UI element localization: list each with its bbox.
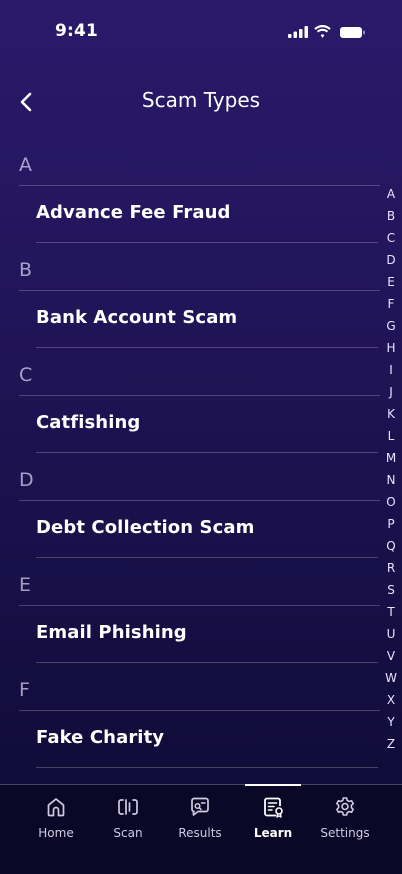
- scam-types-list: A Advance Fee Fraud B Bank Account Scam …: [0, 149, 380, 779]
- tab-learn[interactable]: Learn: [245, 785, 301, 845]
- alphabet-index-letter-o[interactable]: O: [380, 491, 402, 513]
- alphabet-index-letter-p[interactable]: P: [380, 513, 402, 535]
- alphabet-index-letter-t[interactable]: T: [380, 601, 402, 623]
- section-e: E Email Phishing: [0, 569, 380, 674]
- tab-label: Scan: [113, 826, 143, 840]
- alphabet-index[interactable]: ABCDEFGHIJKLMNOPQRSTUVWXYZ: [380, 183, 402, 755]
- status-bar: 9:41: [0, 0, 402, 54]
- alphabet-index-letter-r[interactable]: R: [380, 557, 402, 579]
- scam-types-screen: 9:41 Scam Types A Advance Fee Fraud B Ba…: [0, 0, 402, 874]
- section-f: F Fake Charity: [0, 674, 380, 779]
- alphabet-index-letter-l[interactable]: L: [380, 425, 402, 447]
- wifi-icon: [314, 25, 331, 38]
- tab-results[interactable]: Results: [172, 785, 228, 845]
- section-letter: E: [19, 574, 32, 596]
- alphabet-index-letter-k[interactable]: K: [380, 403, 402, 425]
- results-icon: [191, 797, 209, 816]
- gear-icon: [336, 797, 354, 816]
- section-header: D: [19, 464, 380, 501]
- section-letter: F: [19, 679, 30, 701]
- list-item-advance-fee-fraud[interactable]: Advance Fee Fraud: [36, 186, 378, 243]
- list-item-debt-collection-scam[interactable]: Debt Collection Scam: [36, 501, 378, 558]
- list-item-label: Bank Account Scam: [36, 307, 238, 328]
- list-item-email-phishing[interactable]: Email Phishing: [36, 606, 378, 663]
- alphabet-index-letter-a[interactable]: A: [380, 183, 402, 205]
- section-header: A: [19, 149, 380, 186]
- section-c: C Catfishing: [0, 359, 380, 464]
- tab-label: Learn: [253, 826, 293, 840]
- alphabet-index-letter-f[interactable]: F: [380, 293, 402, 315]
- alphabet-index-letter-b[interactable]: B: [380, 205, 402, 227]
- page-title: Scam Types: [141, 88, 261, 112]
- list-item-label: Catfishing: [36, 412, 141, 433]
- section-letter: B: [19, 259, 33, 281]
- alphabet-index-letter-n[interactable]: N: [380, 469, 402, 491]
- alphabet-index-letter-s[interactable]: S: [380, 579, 402, 601]
- status-time: 9:41: [55, 21, 99, 41]
- section-header: F: [19, 674, 380, 711]
- tab-scan[interactable]: Scan: [100, 785, 156, 845]
- section-d: D Debt Collection Scam: [0, 464, 380, 569]
- section-letter: C: [19, 364, 33, 386]
- battery-icon: [340, 27, 365, 38]
- tab-label: Settings: [320, 826, 370, 840]
- alphabet-index-letter-z[interactable]: Z: [380, 733, 402, 755]
- tab-home[interactable]: Home: [28, 785, 84, 845]
- learn-icon: [264, 797, 283, 818]
- nav-header: Scam Types: [0, 80, 402, 124]
- alphabet-index-letter-u[interactable]: U: [380, 623, 402, 645]
- alphabet-index-letter-h[interactable]: H: [380, 337, 402, 359]
- section-b: B Bank Account Scam: [0, 254, 380, 359]
- list-item-label: Debt Collection Scam: [36, 517, 255, 538]
- scan-icon: [118, 799, 138, 815]
- section-header: E: [19, 569, 380, 606]
- list-item-label: Fake Charity: [36, 727, 165, 748]
- tab-settings[interactable]: Settings: [317, 785, 373, 845]
- section-header: B: [19, 254, 380, 291]
- tab-label: Home: [38, 826, 74, 840]
- tab-label: Results: [178, 826, 222, 840]
- alphabet-index-letter-j[interactable]: J: [380, 381, 402, 403]
- alphabet-index-letter-g[interactable]: G: [380, 315, 402, 337]
- alphabet-index-letter-v[interactable]: V: [380, 645, 402, 667]
- alphabet-index-letter-c[interactable]: C: [380, 227, 402, 249]
- list-item-label: Email Phishing: [36, 622, 187, 643]
- list-item-label: Advance Fee Fraud: [36, 202, 231, 223]
- alphabet-index-letter-q[interactable]: Q: [380, 535, 402, 557]
- list-item-fake-charity[interactable]: Fake Charity: [36, 711, 378, 768]
- alphabet-index-letter-y[interactable]: Y: [380, 711, 402, 733]
- section-letter: D: [19, 469, 34, 491]
- alphabet-index-letter-m[interactable]: M: [380, 447, 402, 469]
- alphabet-index-letter-d[interactable]: D: [380, 249, 402, 271]
- alphabet-index-letter-w[interactable]: W: [380, 667, 402, 689]
- section-a: A Advance Fee Fraud: [0, 149, 380, 254]
- alphabet-index-letter-i[interactable]: I: [380, 359, 402, 381]
- section-header: C: [19, 359, 380, 396]
- home-icon: [47, 798, 65, 817]
- alphabet-index-letter-e[interactable]: E: [380, 271, 402, 293]
- list-item-bank-account-scam[interactable]: Bank Account Scam: [36, 291, 378, 348]
- alphabet-index-letter-x[interactable]: X: [380, 689, 402, 711]
- section-letter: A: [19, 154, 32, 176]
- list-item-catfishing[interactable]: Catfishing: [36, 396, 378, 453]
- tab-bar: Home Scan Results Learn Settings: [0, 784, 402, 874]
- signal-icon: [288, 26, 308, 38]
